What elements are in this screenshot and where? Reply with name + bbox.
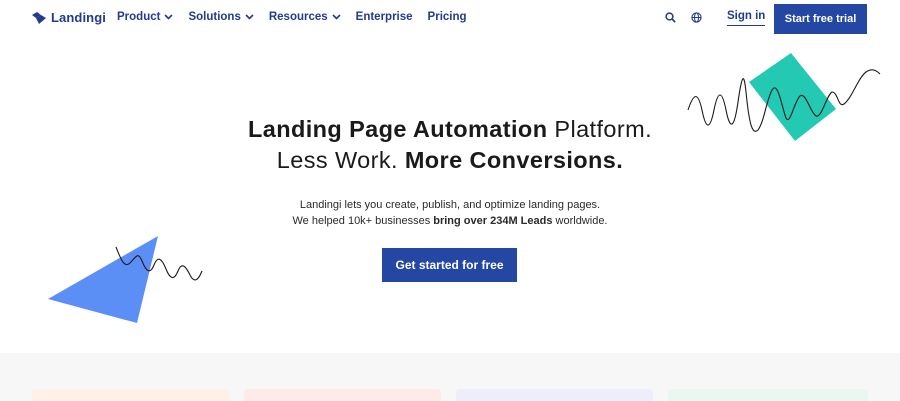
menu-item-enterprise[interactable]: Enterprise (356, 11, 413, 23)
chevron-down-icon (332, 14, 341, 20)
hero-headline-line2: Less Work. More Conversions. (0, 147, 900, 174)
subtitle-highlight: bring over 234M Leads (433, 215, 553, 227)
menu-item-product[interactable]: Product (117, 11, 174, 23)
hero-subtitle-line1: Landingi lets you create, publish, and o… (299, 199, 601, 211)
headline-bold-part: More Conversions. (404, 147, 624, 173)
sign-in-link[interactable]: Sign in (727, 10, 766, 26)
main-menu: Product Solutions Resources Enterprise P… (117, 11, 482, 23)
top-navigation: Landingi Product Solutions Resources Ent… (0, 0, 900, 37)
feature-card[interactable] (32, 389, 230, 401)
feature-card[interactable] (244, 389, 441, 401)
subtitle-text: We helped 10k+ businesses (292, 215, 434, 227)
menu-item-label: Resources (268, 11, 328, 23)
feature-card[interactable] (668, 389, 868, 401)
start-free-trial-button[interactable]: Start free trial (774, 4, 867, 34)
globe-icon[interactable] (691, 12, 702, 23)
menu-item-label: Enterprise (355, 11, 413, 23)
headline-bold-part: Landing Page Automation (247, 116, 548, 142)
chevron-down-icon (164, 14, 174, 20)
search-icon[interactable] (665, 12, 676, 23)
menu-item-solutions[interactable]: Solutions (188, 11, 254, 23)
get-started-button[interactable]: Get started for free (382, 248, 517, 282)
blue-triangle-squiggle-decoration (48, 236, 203, 323)
menu-item-resources[interactable]: Resources (269, 11, 341, 23)
landingi-logo[interactable]: Landingi (32, 10, 106, 25)
menu-item-pricing[interactable]: Pricing (428, 11, 467, 23)
subtitle-text: worldwide. (552, 215, 608, 227)
landingi-logo-icon (32, 11, 46, 24)
menu-item-label: Solutions (188, 11, 241, 23)
menu-item-label: Pricing (427, 11, 467, 23)
hero-subtitle-line2: We helped 10k+ businesses bring over 234… (0, 215, 900, 227)
chevron-down-icon (245, 14, 254, 20)
logo-text: Landingi (51, 10, 106, 25)
hero-headline-line1: Landing Page Automation Platform. (0, 116, 900, 143)
headline-light-part: Less Work. (276, 147, 405, 173)
blue-triangle-shape (48, 236, 158, 323)
feature-card[interactable] (456, 389, 653, 401)
headline-light-part: Platform. (547, 116, 653, 142)
menu-item-label: Product (117, 11, 161, 23)
